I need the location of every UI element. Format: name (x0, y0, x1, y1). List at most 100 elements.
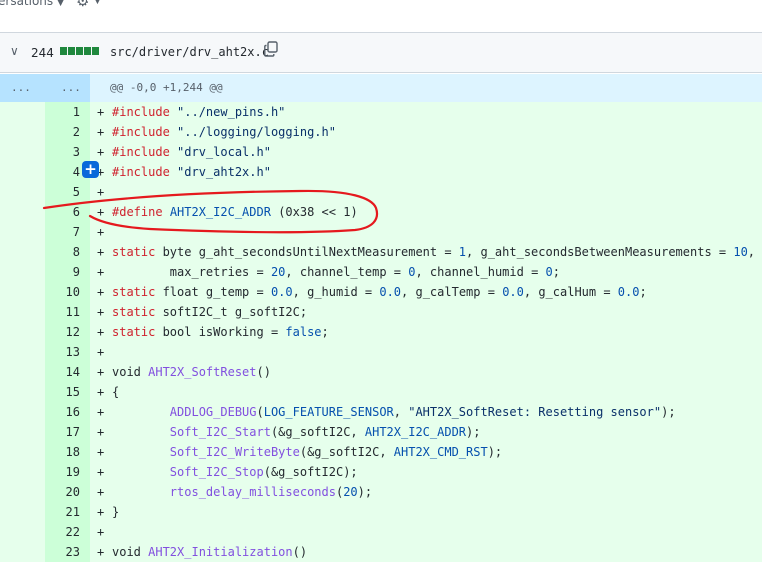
old-line-gutter (0, 542, 45, 562)
conversations-filter[interactable]: ersations ▼ (0, 0, 64, 8)
new-line-gutter[interactable]: 13 (45, 342, 90, 362)
file-path-link[interactable]: src/driver/drv_aht2x.c (110, 45, 269, 59)
new-line-gutter[interactable]: 15 (45, 382, 90, 402)
added-marker: + (97, 145, 105, 159)
old-line-gutter (0, 122, 45, 142)
new-line-gutter[interactable]: 21 (45, 502, 90, 522)
diffstat-block (68, 47, 75, 55)
diff-line: 7 + (0, 222, 762, 242)
new-line-gutter[interactable]: 12 (45, 322, 90, 342)
new-line-gutter[interactable]: 10 (45, 282, 90, 302)
new-line-gutter[interactable]: 20 (45, 482, 90, 502)
old-line-gutter (0, 382, 45, 402)
old-line-gutter (0, 142, 45, 162)
added-marker: + (97, 305, 105, 319)
new-line-gutter[interactable]: 17 (45, 422, 90, 442)
new-line-gutter[interactable]: 14 (45, 362, 90, 382)
new-line-gutter[interactable]: 9 (45, 262, 90, 282)
added-marker: + (97, 365, 105, 379)
new-line-gutter[interactable]: 6 (45, 202, 90, 222)
line-number[interactable]: 17 (66, 425, 80, 439)
new-line-gutter[interactable]: 1 (45, 102, 90, 122)
gear-icon[interactable]: ⚙ (76, 0, 89, 10)
line-number[interactable]: 19 (66, 465, 80, 479)
added-marker: + (97, 265, 105, 279)
added-marker: + (97, 545, 105, 559)
line-number[interactable]: 3 (73, 145, 80, 159)
code-text: void AHT2X_Initialization() (112, 545, 308, 559)
line-number[interactable]: 2 (73, 125, 80, 139)
line-number[interactable]: 20 (66, 485, 80, 499)
code-text: void AHT2X_SoftReset() (112, 365, 271, 379)
new-line-gutter[interactable]: 3 (45, 142, 90, 162)
added-marker: + (97, 345, 105, 359)
hunk-header-text: @@ -0,0 +1,244 @@ (110, 81, 223, 94)
code-text: #define AHT2X_I2C_ADDR (0x38 << 1) (112, 205, 358, 219)
added-marker: + (97, 425, 105, 439)
diff-line: 17 + Soft_I2C_Start(&g_softI2C, AHT2X_I2C… (0, 422, 762, 442)
line-number[interactable]: 6 (73, 205, 80, 219)
new-line-gutter[interactable]: 18 (45, 442, 90, 462)
line-number[interactable]: 11 (66, 305, 80, 319)
line-number[interactable]: 1 (73, 105, 80, 119)
line-number[interactable]: 14 (66, 365, 80, 379)
diff-line: 21 +} (0, 502, 762, 522)
line-number[interactable]: 21 (66, 505, 80, 519)
line-number[interactable]: 22 (66, 525, 80, 539)
old-line-gutter (0, 302, 45, 322)
line-number[interactable]: 18 (66, 445, 80, 459)
added-marker: + (97, 385, 105, 399)
added-marker: + (97, 225, 105, 239)
diffstat-block (84, 47, 91, 55)
new-line-gutter[interactable]: 11 (45, 302, 90, 322)
new-line-gutter[interactable]: 22 (45, 522, 90, 542)
added-marker: + (97, 505, 105, 519)
old-line-gutter (0, 322, 45, 342)
line-number[interactable]: 5 (73, 185, 80, 199)
old-line-gutter (0, 222, 45, 242)
added-marker: + (97, 325, 105, 339)
diffstat-block (60, 47, 67, 55)
copy-icon[interactable] (264, 41, 278, 57)
line-number[interactable]: 7 (73, 225, 80, 239)
added-marker: + (97, 445, 105, 459)
expand-left-dots[interactable]: ... (11, 81, 31, 94)
old-line-gutter (0, 202, 45, 222)
added-marker: + (97, 245, 105, 259)
old-line-gutter (0, 522, 45, 542)
line-number[interactable]: 15 (66, 385, 80, 399)
line-number[interactable]: 4 (73, 165, 80, 179)
line-number[interactable]: 9 (73, 265, 80, 279)
added-marker: + (97, 105, 105, 119)
chevron-down-icon[interactable]: ▼ (94, 0, 101, 6)
diff-line: 5 + (0, 182, 762, 202)
line-number[interactable]: 16 (66, 405, 80, 419)
collapse-chevron-icon[interactable]: ∨ (10, 44, 19, 58)
old-line-gutter (0, 462, 45, 482)
line-number[interactable]: 13 (66, 345, 80, 359)
code-text: } (112, 505, 120, 519)
code-text: #include "../new_pins.h" (112, 105, 286, 119)
diff-line: 10 + static float g_temp = 0.0, g_humid = … (0, 282, 762, 302)
line-number[interactable]: 10 (66, 285, 80, 299)
diffstat-block (92, 47, 99, 55)
line-number[interactable]: 23 (66, 545, 80, 559)
added-marker: + (97, 525, 105, 539)
new-line-gutter[interactable]: 8 (45, 242, 90, 262)
code-text: max_retries = 20, channel_temp = 0, chan… (112, 265, 560, 279)
code-text: static float g_temp = 0.0, g_humid = 0.0… (112, 285, 647, 299)
add-comment-button[interactable]: + (82, 161, 99, 178)
new-line-gutter[interactable]: 5 (45, 182, 90, 202)
new-line-gutter[interactable]: 7 (45, 222, 90, 242)
expand-right-dots[interactable]: ... (61, 81, 81, 94)
new-line-gutter[interactable]: 2 (45, 122, 90, 142)
diff-line: 16 + ADDLOG_DEBUG(LOG_FEATURE_SENSOR, "AH… (0, 402, 762, 422)
diff-line: 23 + void AHT2X_Initialization() (0, 542, 762, 562)
new-line-gutter[interactable]: 23 (45, 542, 90, 562)
diff-line: 1 + #include "../new_pins.h" (0, 102, 762, 122)
line-number[interactable]: 12 (66, 325, 80, 339)
new-line-gutter[interactable]: 16 (45, 402, 90, 422)
new-line-gutter[interactable]: 19 (45, 462, 90, 482)
added-marker: + (97, 125, 105, 139)
line-number[interactable]: 8 (73, 245, 80, 259)
